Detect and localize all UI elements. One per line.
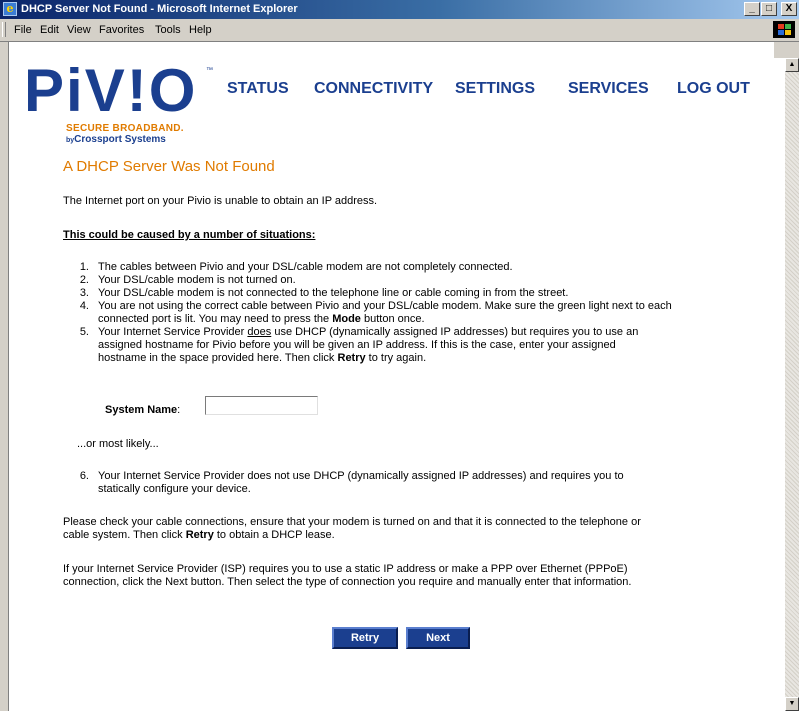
list-item-text: statically configure your device. [98,483,251,495]
retry-keyword: Retry [185,529,214,541]
page-title: A DHCP Server Was Not Found [63,158,275,175]
retry-button[interactable]: Retry [332,627,398,649]
logo-trademark: ™ [206,67,213,74]
scroll-down-arrow-icon[interactable]: ▼ [785,697,799,711]
window-left-border [0,42,9,711]
list-item-text: Your Internet Service Provider does use … [98,326,639,338]
list-item-text: Your DSL/cable modem is not connected to… [98,287,569,299]
causes-heading: This could be caused by a number of situ… [63,229,316,241]
menu-favorites[interactable]: Favorites [99,24,144,36]
menu-tools[interactable]: Tools [155,24,181,36]
menu-view[interactable]: View [67,24,91,36]
mode-keyword: Mode [332,313,361,325]
toolbar-grip[interactable] [2,22,6,37]
logo-byline: byCrossport Systems [66,134,166,145]
nav-services[interactable]: SERVICES [568,80,649,98]
logo-tagline: SECURE BROADBAND. [66,123,184,134]
list-item-text: connected port is lit. You may need to p… [98,313,425,325]
windows-logo-icon [773,21,795,38]
list-item-text: The cables between Pivio and your DSL/ca… [98,261,513,273]
logo-byline-company: Crossport Systems [74,134,166,145]
list-item-text: hostname in the space provided here. The… [98,352,427,364]
system-name-input[interactable] [205,396,318,415]
scroll-up-arrow-icon[interactable]: ▲ [785,58,799,72]
maximize-button[interactable]: □ [761,2,777,16]
minimize-button[interactable]: _ [744,2,760,16]
static-ip-text: If your Internet Service Provider (ISP) … [63,563,632,588]
system-name-label: System Name: [105,404,181,416]
list-item-number: 4. [79,300,89,312]
close-button[interactable]: X [781,2,797,16]
does-keyword: does [247,326,272,338]
internet-explorer-icon: e [3,2,17,16]
list-item-text: Your Internet Service Provider does not … [98,470,624,482]
window-title: DHCP Server Not Found - Microsoft Intern… [21,3,298,15]
pivio-logo: PiV!O ™ SECURE BROADBAND. byCrossport Sy… [24,57,214,145]
vertical-scrollbar[interactable]: ▲ ▼ [785,58,799,711]
nav-status[interactable]: STATUS [227,80,289,98]
page-right-margin [774,58,785,711]
list-item-text: Your DSL/cable modem is not turned on. [98,274,296,286]
menu-edit[interactable]: Edit [40,24,59,36]
list-item-text: You are not using the correct cable betw… [98,300,672,312]
list-item-number: 2. [79,274,89,286]
retry-keyword: Retry [337,352,366,364]
nav-log-out[interactable]: LOG OUT [677,80,750,98]
menu-file[interactable]: File [14,24,32,36]
list-item-number: 6. [79,470,89,482]
page-viewport: PiV!O ™ SECURE BROADBAND. byCrossport Sy… [9,42,774,711]
list-item-number: 5. [79,326,89,338]
nav-settings[interactable]: SETTINGS [455,80,535,98]
menu-bar: File Edit View Favorites Tools Help [0,19,799,42]
logo-byline-prefix: by [66,137,75,144]
next-button[interactable]: Next [406,627,470,649]
check-connections-text: Please check your cable connections, ens… [63,516,641,541]
logo-wordmark: PiV!O [24,57,198,124]
scrollbar-top-border [774,42,799,58]
nav-connectivity[interactable]: CONNECTIVITY [314,80,433,98]
list-item-number: 3. [79,287,89,299]
menu-help[interactable]: Help [189,24,212,36]
list-item-number: 1. [79,261,89,273]
or-most-likely-text: ...or most likely... [77,438,159,450]
list-item-text: assigned hostname for Pivio before you w… [98,339,616,351]
window-title-bar: e DHCP Server Not Found - Microsoft Inte… [0,0,799,19]
intro-text: The Internet port on your Pivio is unabl… [63,195,378,207]
